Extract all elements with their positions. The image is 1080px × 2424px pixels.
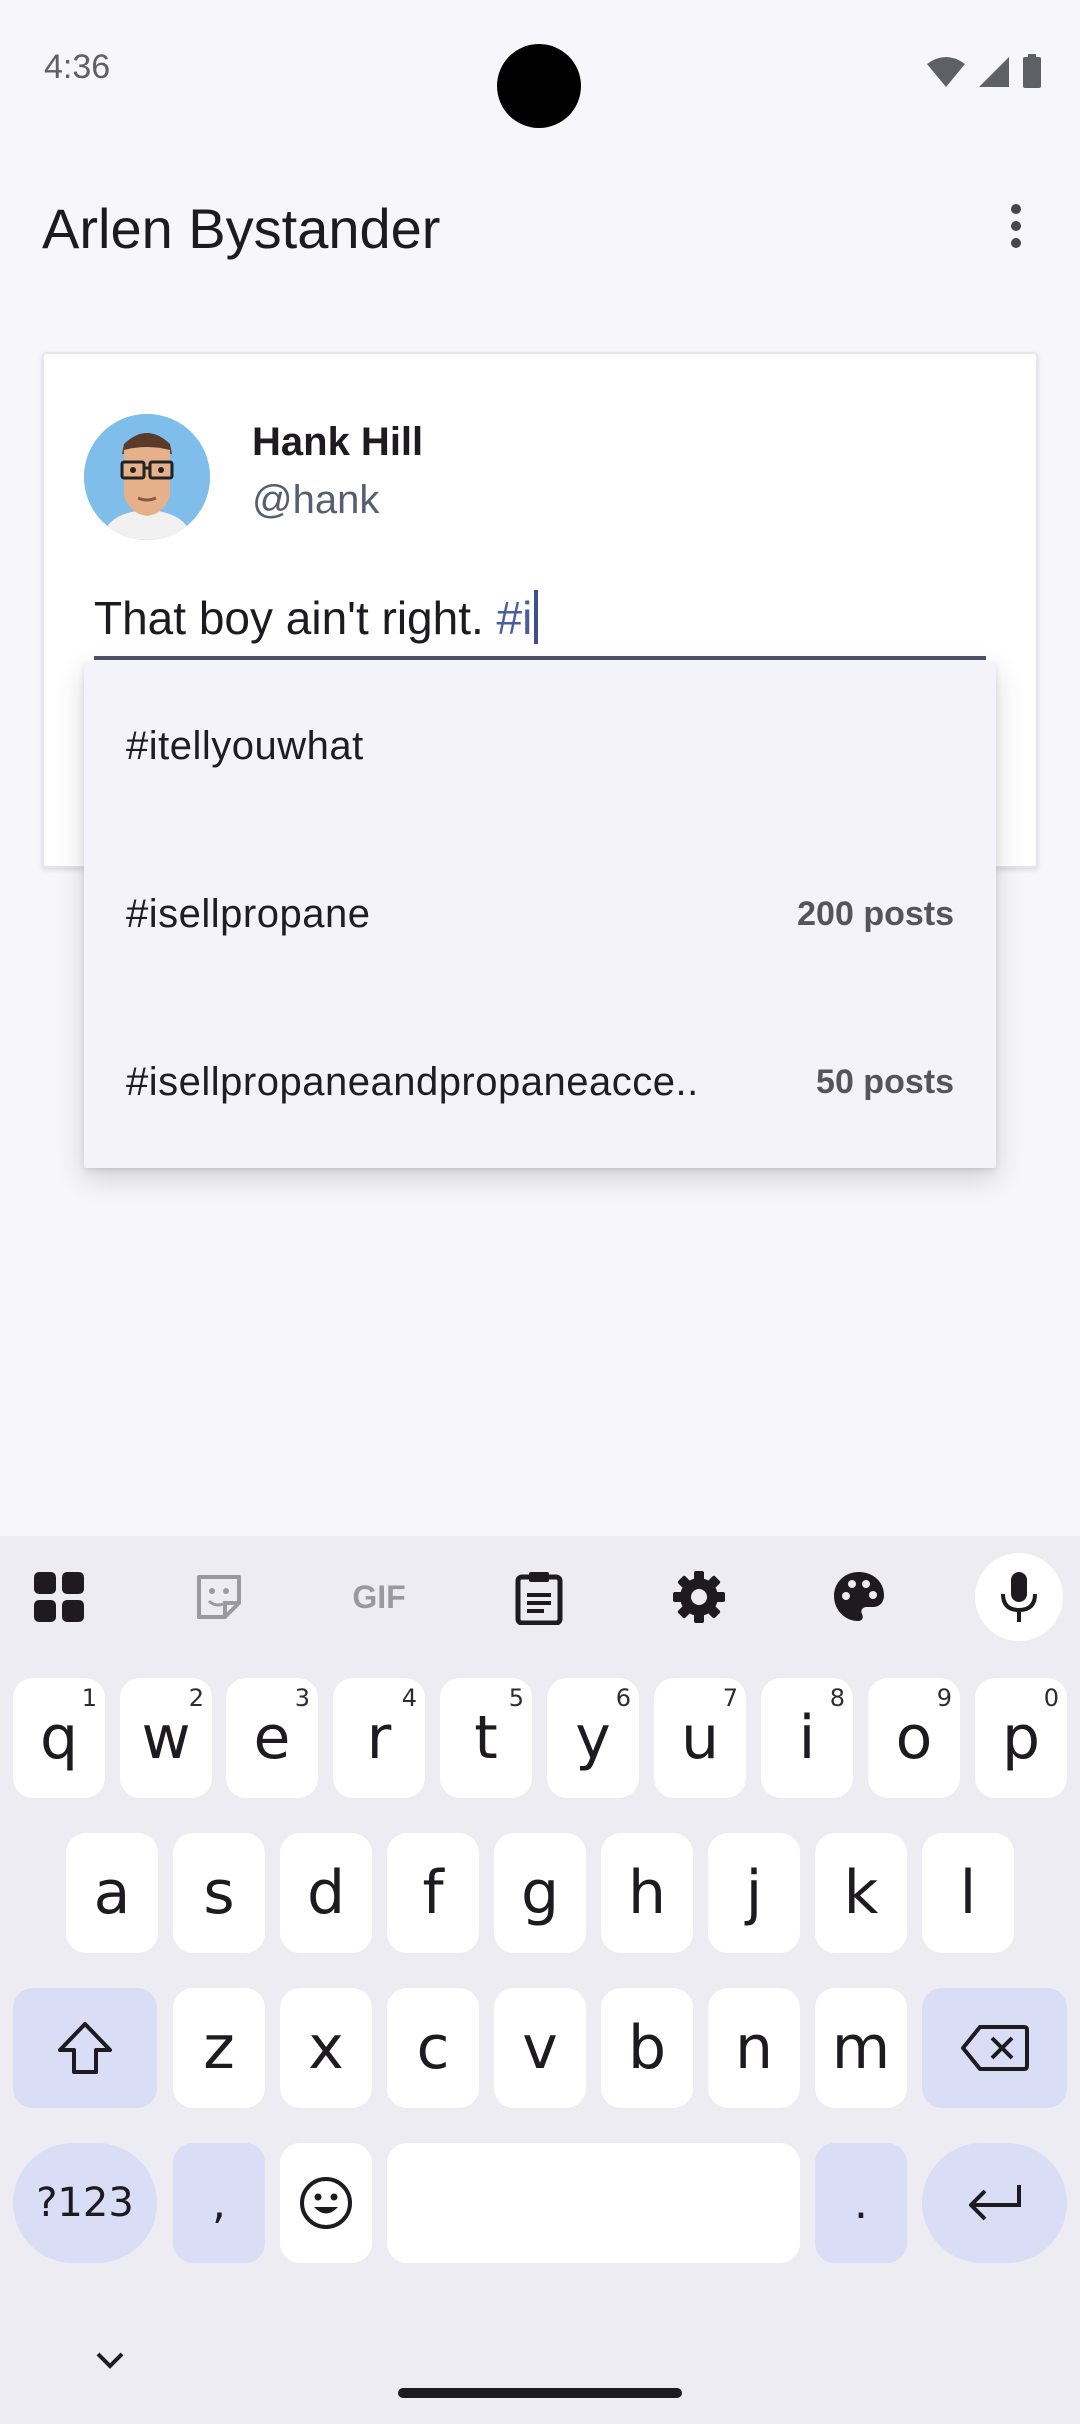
key-n[interactable]: n: [708, 1988, 800, 2108]
key-z[interactable]: z: [173, 1988, 265, 2108]
key-d[interactable]: d: [280, 1833, 372, 1953]
key-i[interactable]: i8: [761, 1678, 853, 1798]
clipboard-icon[interactable]: [496, 1554, 582, 1640]
key-w[interactable]: w2: [120, 1678, 212, 1798]
emoji-icon: [300, 2177, 352, 2229]
compose-text-field[interactable]: That boy ain't right. #i: [94, 590, 986, 660]
enter-icon: [968, 2185, 1021, 2221]
key-m[interactable]: m: [815, 1988, 907, 2108]
space-key[interactable]: [387, 2143, 800, 2263]
status-icons: [926, 52, 1042, 88]
key-l[interactable]: l: [922, 1833, 1014, 1953]
comma-key[interactable]: ,: [173, 2143, 265, 2263]
gif-icon[interactable]: GIF: [336, 1554, 422, 1640]
key-r[interactable]: r4: [333, 1678, 425, 1798]
microphone-icon[interactable]: [975, 1553, 1063, 1641]
key-t[interactable]: t5: [440, 1678, 532, 1798]
key-v[interactable]: v: [494, 1988, 586, 2108]
key-a[interactable]: a: [66, 1833, 158, 1953]
avatar: [84, 414, 210, 540]
page-title: Arlen Bystander: [42, 197, 441, 260]
apps-icon[interactable]: [16, 1554, 102, 1640]
key-s[interactable]: s: [173, 1833, 265, 1953]
compose-text: That boy ain't right.: [94, 592, 497, 644]
key-f[interactable]: f: [387, 1833, 479, 1953]
author-name: Hank Hill: [252, 420, 424, 464]
key-u[interactable]: u7: [654, 1678, 746, 1798]
period-key[interactable]: .: [815, 2143, 907, 2263]
keyboard: [0, 1536, 1080, 2424]
suggestion-count: 50 posts: [816, 1062, 954, 1101]
hide-keyboard-chevron-icon[interactable]: [92, 2348, 128, 2372]
key-o[interactable]: o9: [868, 1678, 960, 1798]
settings-icon[interactable]: [656, 1554, 742, 1640]
symbols-key[interactable]: ?123: [13, 2143, 157, 2263]
key-y[interactable]: y6: [547, 1678, 639, 1798]
key-c[interactable]: c: [387, 1988, 479, 2108]
key-p[interactable]: p0: [975, 1678, 1067, 1798]
key-g[interactable]: g: [494, 1833, 586, 1953]
suggestion-tag: #itellyouwhat: [126, 723, 364, 768]
theme-palette-icon[interactable]: [816, 1554, 902, 1640]
suggestion-item[interactable]: #isellpropaneandpropaneacce.. 50 posts: [84, 998, 996, 1166]
status-time: 4:36: [44, 48, 111, 86]
suggestion-item[interactable]: #itellyouwhat: [84, 662, 996, 830]
backspace-key[interactable]: [922, 1988, 1067, 2108]
author-handle: @hank: [252, 478, 380, 522]
suggestion-item[interactable]: #isellpropane 200 posts: [84, 830, 996, 998]
key-k[interactable]: k: [815, 1833, 907, 1953]
battery-icon: [1023, 54, 1041, 88]
shift-icon: [58, 2022, 112, 2074]
enter-key[interactable]: [922, 2143, 1067, 2263]
key-h[interactable]: h: [601, 1833, 693, 1953]
key-e[interactable]: e3: [226, 1678, 318, 1798]
shift-key[interactable]: [13, 1988, 157, 2108]
key-x[interactable]: x: [280, 1988, 372, 2108]
signal-icon: [979, 57, 1009, 87]
camera-cutout: [497, 44, 581, 128]
compose-hashtag: #i: [496, 592, 533, 644]
suggestion-count: 200 posts: [797, 894, 954, 933]
home-indicator[interactable]: [398, 2388, 682, 2398]
key-b[interactable]: b: [601, 1988, 693, 2108]
backspace-icon: [960, 2025, 1029, 2071]
more-options-icon[interactable]: [994, 198, 1038, 254]
suggestion-tag: #isellpropane: [126, 891, 371, 936]
emoji-key[interactable]: [280, 2143, 372, 2263]
hashtag-suggestions: #itellyouwhat #isellpropane 200 posts #i…: [84, 662, 996, 1168]
wifi-icon: [927, 57, 965, 87]
key-q[interactable]: q1: [13, 1678, 105, 1798]
suggestion-tag: #isellpropaneandpropaneacce..: [126, 1059, 699, 1104]
key-j[interactable]: j: [708, 1833, 800, 1953]
sticker-icon[interactable]: [176, 1554, 262, 1640]
text-cursor: [534, 590, 539, 644]
